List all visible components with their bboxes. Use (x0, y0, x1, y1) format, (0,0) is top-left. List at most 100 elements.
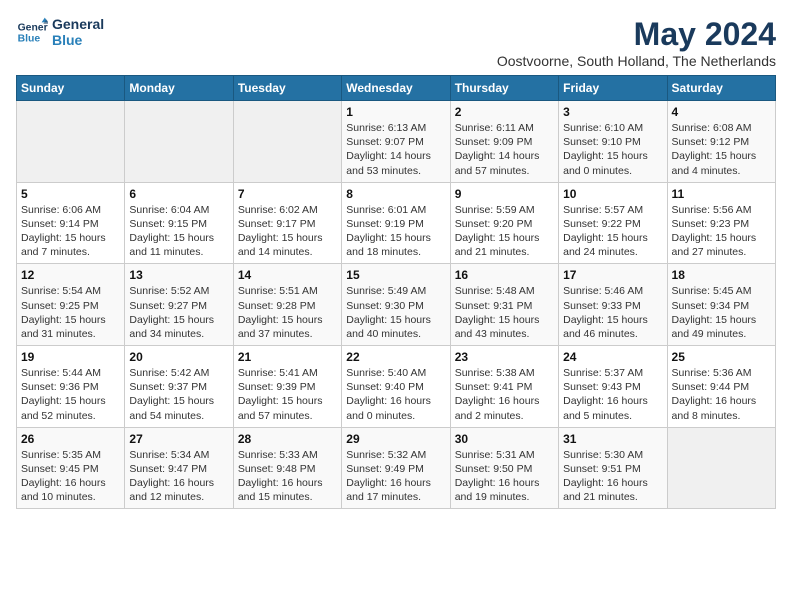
calendar-cell: 31Sunrise: 5:30 AMSunset: 9:51 PMDayligh… (559, 427, 667, 509)
calendar-cell: 7Sunrise: 6:02 AMSunset: 9:17 PMDaylight… (233, 182, 341, 264)
day-info: Sunrise: 5:49 AMSunset: 9:30 PMDaylight:… (346, 284, 445, 341)
calendar-cell: 6 Sunrise: 6:04 AMSunset: 9:15 PMDaylight… (125, 182, 233, 264)
day-number: 25 (672, 350, 771, 364)
day-info: Sunrise: 5:46 AMSunset: 9:33 PMDaylight:… (563, 284, 662, 341)
calendar-cell: 19 Sunrise: 5:44 AMSunset: 9:36 PMDayligh… (17, 346, 125, 428)
day-number: 16 (455, 268, 554, 282)
calendar-cell: 11 Sunrise: 5:56 AMSunset: 9:23 PMDayligh… (667, 182, 775, 264)
day-info: Sunrise: 5:37 AMSunset: 9:43 PMDaylight:… (563, 366, 662, 423)
day-info: Sunrise: 5:54 AMSunset: 9:25 PMDaylight:… (21, 284, 120, 341)
day-number: 31 (563, 432, 662, 446)
day-info: Sunrise: 6:06 AMSunset: 9:14 PMDaylight:… (21, 203, 120, 260)
calendar-cell: 9 Sunrise: 5:59 AMSunset: 9:20 PMDaylight… (450, 182, 558, 264)
day-number: 10 (563, 187, 662, 201)
day-info: Sunrise: 6:11 AMSunset: 9:09 PMDaylight:… (455, 121, 554, 178)
day-number: 12 (21, 268, 120, 282)
day-info: Sunrise: 5:56 AMSunset: 9:23 PMDaylight:… (672, 203, 771, 260)
calendar-cell: 10 Sunrise: 5:57 AMSunset: 9:22 PMDayligh… (559, 182, 667, 264)
day-info: Sunrise: 5:38 AMSunset: 9:41 PMDaylight:… (455, 366, 554, 423)
logo-line1: General (52, 16, 104, 32)
day-number: 6 (129, 187, 228, 201)
day-info: Sunrise: 6:01 AMSunset: 9:19 PMDaylight:… (346, 203, 445, 260)
calendar-cell (125, 101, 233, 183)
day-number: 19 (21, 350, 120, 364)
day-number: 4 (672, 105, 771, 119)
day-number: 28 (238, 432, 337, 446)
day-info: Sunrise: 6:04 AMSunset: 9:15 PMDaylight:… (129, 203, 228, 260)
day-number: 13 (129, 268, 228, 282)
calendar-body: 1 Sunrise: 6:13 AMSunset: 9:07 PMDaylight… (17, 101, 776, 509)
day-number: 11 (672, 187, 771, 201)
calendar-week-row: 12 Sunrise: 5:54 AMSunset: 9:25 PMDayligh… (17, 264, 776, 346)
day-info: Sunrise: 5:33 AMSunset: 9:48 PMDaylight:… (238, 448, 337, 505)
weekday-header-cell: Saturday (667, 76, 775, 101)
calendar-cell: 26 Sunrise: 5:35 AMSunset: 9:45 PMDayligh… (17, 427, 125, 509)
day-number: 7 (238, 187, 337, 201)
day-number: 30 (455, 432, 554, 446)
day-info: Sunrise: 5:42 AMSunset: 9:37 PMDaylight:… (129, 366, 228, 423)
day-number: 9 (455, 187, 554, 201)
weekday-header-cell: Monday (125, 76, 233, 101)
weekday-header-cell: Wednesday (342, 76, 450, 101)
calendar-cell: 4 Sunrise: 6:08 AMSunset: 9:12 PMDaylight… (667, 101, 775, 183)
calendar-cell: 1 Sunrise: 6:13 AMSunset: 9:07 PMDaylight… (342, 101, 450, 183)
calendar-cell: 21Sunrise: 5:41 AMSunset: 9:39 PMDayligh… (233, 346, 341, 428)
calendar-cell: 12 Sunrise: 5:54 AMSunset: 9:25 PMDayligh… (17, 264, 125, 346)
calendar-cell (233, 101, 341, 183)
calendar-cell: 23 Sunrise: 5:38 AMSunset: 9:41 PMDayligh… (450, 346, 558, 428)
day-info: Sunrise: 5:34 AMSunset: 9:47 PMDaylight:… (129, 448, 228, 505)
day-number: 15 (346, 268, 445, 282)
month-title: May 2024 (497, 16, 776, 53)
calendar-cell: 13 Sunrise: 5:52 AMSunset: 9:27 PMDayligh… (125, 264, 233, 346)
day-info: Sunrise: 5:35 AMSunset: 9:45 PMDaylight:… (21, 448, 120, 505)
title-block: May 2024 Oostvoorne, South Holland, The … (497, 16, 776, 69)
day-number: 18 (672, 268, 771, 282)
day-number: 26 (21, 432, 120, 446)
day-number: 22 (346, 350, 445, 364)
calendar-cell: 14 Sunrise: 5:51 AMSunset: 9:28 PMDayligh… (233, 264, 341, 346)
calendar-cell: 2Sunrise: 6:11 AMSunset: 9:09 PMDaylight… (450, 101, 558, 183)
day-info: Sunrise: 6:13 AMSunset: 9:07 PMDaylight:… (346, 121, 445, 178)
day-info: Sunrise: 5:52 AMSunset: 9:27 PMDaylight:… (129, 284, 228, 341)
day-info: Sunrise: 5:57 AMSunset: 9:22 PMDaylight:… (563, 203, 662, 260)
day-info: Sunrise: 5:36 AMSunset: 9:44 PMDaylight:… (672, 366, 771, 423)
logo-icon: General Blue (16, 16, 48, 48)
day-info: Sunrise: 5:44 AMSunset: 9:36 PMDaylight:… (21, 366, 120, 423)
day-info: Sunrise: 6:08 AMSunset: 9:12 PMDaylight:… (672, 121, 771, 178)
day-info: Sunrise: 5:32 AMSunset: 9:49 PMDaylight:… (346, 448, 445, 505)
weekday-header-row: SundayMondayTuesdayWednesdayThursdayFrid… (17, 76, 776, 101)
location-subtitle: Oostvoorne, South Holland, The Netherlan… (497, 53, 776, 69)
day-info: Sunrise: 6:10 AMSunset: 9:10 PMDaylight:… (563, 121, 662, 178)
weekday-header-cell: Sunday (17, 76, 125, 101)
weekday-header-cell: Thursday (450, 76, 558, 101)
logo: General Blue General Blue (16, 16, 104, 48)
day-info: Sunrise: 5:45 AMSunset: 9:34 PMDaylight:… (672, 284, 771, 341)
day-info: Sunrise: 5:40 AMSunset: 9:40 PMDaylight:… (346, 366, 445, 423)
day-info: Sunrise: 5:48 AMSunset: 9:31 PMDaylight:… (455, 284, 554, 341)
day-info: Sunrise: 5:51 AMSunset: 9:28 PMDaylight:… (238, 284, 337, 341)
calendar-cell (667, 427, 775, 509)
page-header: General Blue General Blue May 2024 Oostv… (16, 16, 776, 69)
day-number: 17 (563, 268, 662, 282)
day-number: 14 (238, 268, 337, 282)
calendar-cell: 24Sunrise: 5:37 AMSunset: 9:43 PMDayligh… (559, 346, 667, 428)
calendar-cell: 27 Sunrise: 5:34 AMSunset: 9:47 PMDayligh… (125, 427, 233, 509)
calendar-cell: 17 Sunrise: 5:46 AMSunset: 9:33 PMDayligh… (559, 264, 667, 346)
day-info: Sunrise: 5:31 AMSunset: 9:50 PMDaylight:… (455, 448, 554, 505)
day-info: Sunrise: 5:59 AMSunset: 9:20 PMDaylight:… (455, 203, 554, 260)
day-number: 1 (346, 105, 445, 119)
day-number: 5 (21, 187, 120, 201)
svg-text:Blue: Blue (18, 34, 41, 45)
calendar-cell: 30 Sunrise: 5:31 AMSunset: 9:50 PMDayligh… (450, 427, 558, 509)
calendar-cell: 22 Sunrise: 5:40 AMSunset: 9:40 PMDayligh… (342, 346, 450, 428)
logo-line2: Blue (52, 32, 104, 48)
day-number: 8 (346, 187, 445, 201)
day-number: 23 (455, 350, 554, 364)
day-number: 3 (563, 105, 662, 119)
calendar-cell: 16 Sunrise: 5:48 AMSunset: 9:31 PMDayligh… (450, 264, 558, 346)
day-number: 27 (129, 432, 228, 446)
calendar-cell: 5 Sunrise: 6:06 AMSunset: 9:14 PMDaylight… (17, 182, 125, 264)
calendar-table: SundayMondayTuesdayWednesdayThursdayFrid… (16, 75, 776, 509)
calendar-cell (17, 101, 125, 183)
calendar-cell: 18 Sunrise: 5:45 AMSunset: 9:34 PMDayligh… (667, 264, 775, 346)
